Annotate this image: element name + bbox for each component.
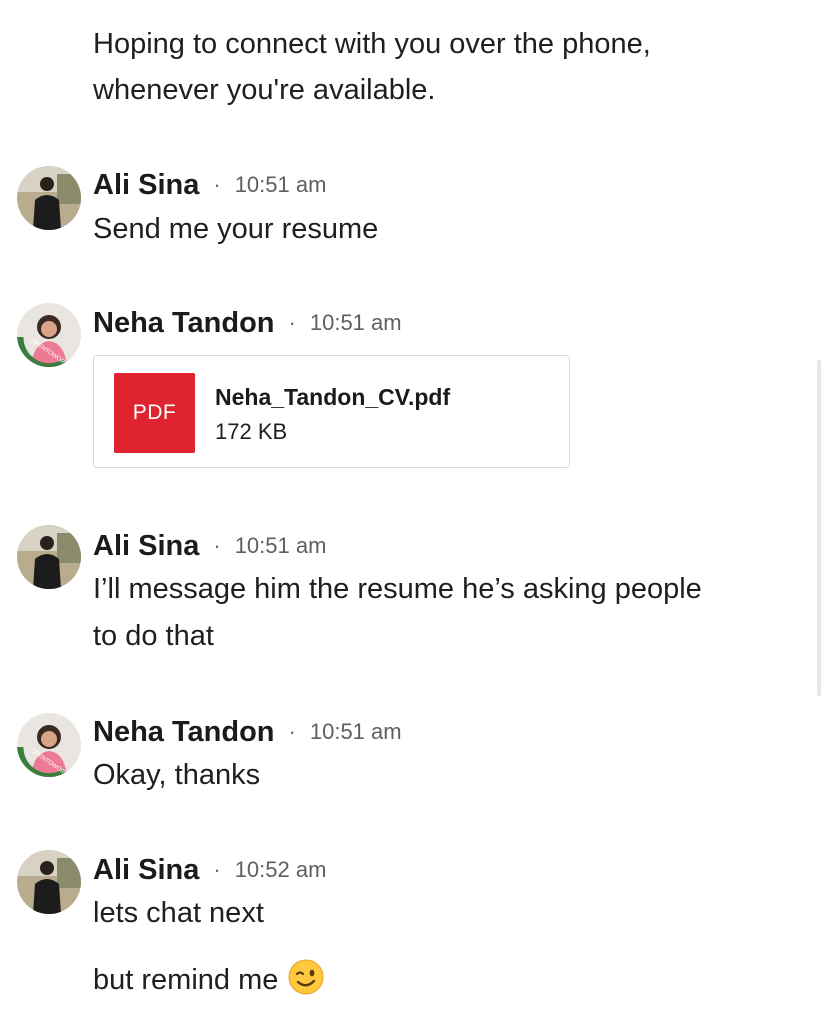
message-text: whenever you're available. bbox=[93, 74, 436, 106]
winking-face-icon bbox=[288, 959, 324, 995]
separator-dot: · bbox=[213, 857, 221, 882]
message-text: I’ll message him the resume he’s asking … bbox=[93, 573, 702, 605]
message-text: to do that bbox=[93, 620, 214, 652]
separator-dot: · bbox=[213, 533, 221, 558]
message-header: Ali Sina · 10:51 am bbox=[93, 528, 326, 564]
avatar-ali-sina[interactable] bbox=[17, 850, 81, 914]
sender-name[interactable]: Ali Sina bbox=[93, 854, 199, 887]
timestamp: 10:51 am bbox=[234, 172, 327, 197]
message-text: but remind me bbox=[93, 964, 279, 996]
message-text-with-emoji: but remind me bbox=[93, 959, 324, 997]
timestamp: 10:52 am bbox=[234, 857, 327, 882]
attachment-file-name: Neha_Tandon_CV.pdf bbox=[215, 384, 451, 410]
avatar-ali-sina[interactable] bbox=[17, 166, 81, 230]
avatar-neha-tandon[interactable]: OPENTOWORK bbox=[17, 303, 81, 367]
separator-dot: · bbox=[288, 719, 296, 744]
message-header: Ali Sina · 10:52 am bbox=[93, 852, 326, 888]
scrollbar[interactable] bbox=[817, 360, 821, 696]
sender-name[interactable]: Ali Sina bbox=[93, 530, 199, 563]
separator-dot: · bbox=[213, 172, 221, 197]
sender-name[interactable]: Ali Sina bbox=[93, 169, 199, 202]
sender-name[interactable]: Neha Tandon bbox=[93, 716, 275, 749]
avatar-ali-sina[interactable] bbox=[17, 525, 81, 589]
separator-dot: · bbox=[288, 310, 296, 335]
attachment-file-size: 172 KB bbox=[215, 419, 288, 444]
message-text: Okay, thanks bbox=[93, 759, 261, 791]
message-header: Ali Sina · 10:51 am bbox=[93, 167, 326, 203]
message-header: Neha Tandon · 10:51 am bbox=[93, 305, 402, 341]
avatar-neha-tandon[interactable]: OPENTOWORK bbox=[17, 713, 81, 777]
message-text: Send me your resume bbox=[93, 213, 379, 245]
timestamp: 10:51 am bbox=[309, 719, 402, 744]
message-text: lets chat next bbox=[93, 897, 264, 929]
file-attachment[interactable]: PDF Neha_Tandon_CV.pdf 172 KB bbox=[93, 355, 570, 468]
sender-name[interactable]: Neha Tandon bbox=[93, 307, 275, 340]
message-header: Neha Tandon · 10:51 am bbox=[93, 714, 402, 750]
timestamp: 10:51 am bbox=[309, 310, 402, 335]
message-text: Hoping to connect with you over the phon… bbox=[93, 28, 651, 60]
pdf-icon: PDF bbox=[114, 373, 195, 453]
timestamp: 10:51 am bbox=[234, 533, 327, 558]
